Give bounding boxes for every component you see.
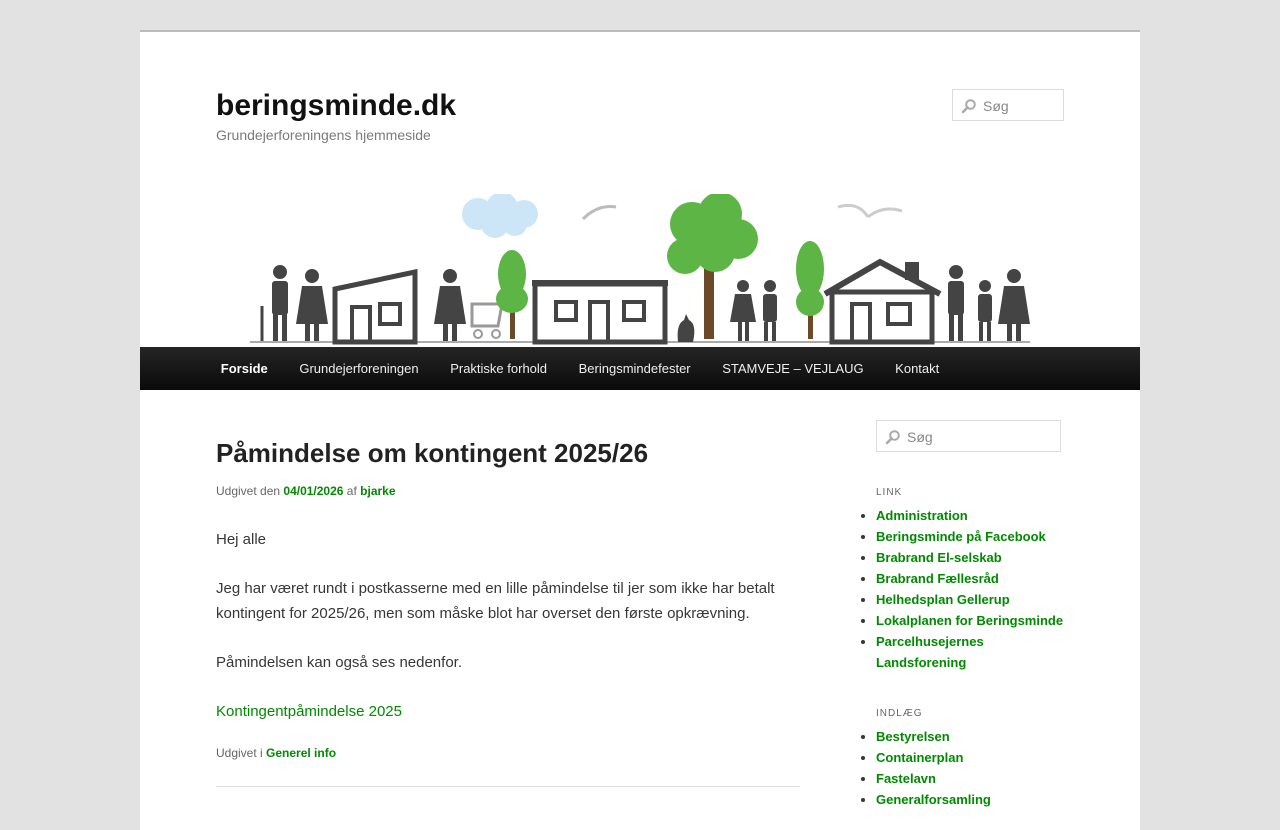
list-item: Administration: [876, 505, 1076, 526]
nav-item-stamveje-vejlaug[interactable]: STAMVEJE – VEJLAUG: [706, 347, 879, 390]
header-banner-image: [250, 194, 1030, 345]
list-item: Lokalplanen for Beringsminde: [876, 610, 1076, 631]
list-item: Helhedsplan Gellerup: [876, 589, 1076, 610]
list-item: Brabrand Fællesråd: [876, 568, 1076, 589]
sidebar-link-bestyrelsen[interactable]: Bestyrelsen: [876, 729, 950, 744]
sidebar-link-lokalplanen[interactable]: Lokalplanen for Beringsminde: [876, 613, 1063, 628]
list-item: Brabrand El-selskab: [876, 547, 1076, 568]
sidebar-link-parcelhusejernes[interactable]: Parcelhusejernes Landsforening: [876, 634, 984, 670]
widget-list-link: Administration Beringsminde på Facebook …: [876, 505, 1076, 673]
sidebar-link-fastelavn[interactable]: Fastelavn: [876, 771, 936, 786]
header-search-input[interactable]: [981, 94, 1062, 118]
search-icon: [885, 430, 900, 445]
post-meta: Udgivet den 04/01/2026 af bjarke: [216, 484, 396, 498]
post-paragraph: Jeg har været rundt i postkasserne med e…: [216, 580, 775, 622]
list-item: Containerplan: [876, 747, 1076, 768]
sidebar-link-el-selskab[interactable]: Brabrand El-selskab: [876, 550, 1002, 565]
page-container: beringsminde.dk Grundejerforeningens hje…: [140, 30, 1140, 830]
widget-title-indlaeg: INDLÆG: [876, 708, 923, 719]
post-divider: [216, 786, 800, 787]
sidebar-link-containerplan[interactable]: Containerplan: [876, 750, 963, 765]
sidebar-link-helhedsplan[interactable]: Helhedsplan Gellerup: [876, 592, 1010, 607]
post-meta-prefix: Udgivet den: [216, 484, 281, 498]
attachment-link[interactable]: Kontingentpåmindelse 2025: [216, 703, 402, 720]
post-meta-by: af: [346, 484, 357, 498]
widget-title-link: LINK: [876, 487, 903, 498]
sidebar-link-facebook[interactable]: Beringsminde på Facebook: [876, 529, 1046, 544]
list-item: Beringsminde på Facebook: [876, 526, 1076, 547]
post-footer-prefix: Udgivet i: [216, 746, 263, 760]
site-title[interactable]: beringsminde.dk: [216, 88, 456, 124]
main-navigation: Forside Grundejerforeningen Praktiske fo…: [140, 347, 1140, 390]
nav-item-kontakt[interactable]: Kontakt: [879, 347, 955, 390]
widget-list-indlaeg: Bestyrelsen Containerplan Fastelavn Gene…: [876, 726, 1076, 810]
nav-item-forside[interactable]: Forside: [205, 347, 284, 390]
post-paragraph: Hej alle: [216, 531, 267, 548]
post-content: Hej alle Jeg har været rundt i postkasse…: [216, 527, 800, 748]
sidebar-search-input[interactable]: [905, 425, 1038, 449]
sidebar-link-faellesraad[interactable]: Brabrand Fællesråd: [876, 571, 999, 586]
list-item: Fastelavn: [876, 768, 1076, 789]
list-item: Bestyrelsen: [876, 726, 1076, 747]
post-category-link[interactable]: Generel info: [266, 746, 336, 760]
search-icon: [961, 99, 976, 114]
sidebar-search-box[interactable]: [876, 420, 1061, 452]
list-item: Parcelhusejernes Landsforening: [876, 631, 1046, 673]
header-search-box[interactable]: [952, 89, 1064, 121]
post-author-link[interactable]: bjarke: [360, 484, 395, 498]
post-date-link[interactable]: 04/01/2026: [283, 484, 343, 498]
nav-item-beringsmindefester[interactable]: Beringsmindefester: [563, 347, 707, 390]
post-paragraph: Påmindelsen kan også ses nedenfor.: [216, 654, 462, 671]
post-title[interactable]: Påmindelse om kontingent 2025/26: [216, 438, 648, 469]
post-footer: Udgivet i Generel info: [216, 746, 336, 760]
sidebar-link-administration[interactable]: Administration: [876, 508, 968, 523]
nav-item-praktiske-forhold[interactable]: Praktiske forhold: [434, 347, 562, 390]
nav-item-grundejerforeningen[interactable]: Grundejerforeningen: [284, 347, 435, 390]
site-description: Grundejerforeningens hjemmeside: [216, 127, 431, 143]
